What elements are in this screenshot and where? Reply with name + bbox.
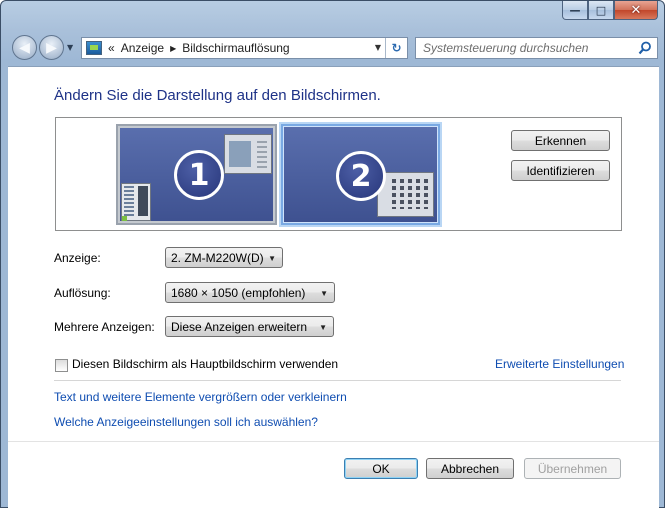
page-title: Ändern Sie die Darstellung auf den Bilds… [54,87,381,104]
breadcrumb-resolution[interactable]: Bildschirmauflösung [182,41,289,55]
separator [54,380,621,381]
back-button[interactable]: ◀ [12,35,37,60]
close-icon: ✕ [630,2,642,18]
chevron-down-icon: ▼ [320,289,328,298]
multiple-displays-label: Mehrere Anzeigen: [54,320,155,334]
breadcrumb-anzeige[interactable]: Anzeige [121,41,164,55]
start-orb-icon [122,216,127,221]
forward-button[interactable]: ▶ [39,35,64,60]
search-icon[interactable] [638,41,652,55]
detect-button[interactable]: Erkennen [511,130,610,151]
multiple-displays-select-value: Diese Anzeigen erweitern [171,319,308,334]
minimize-icon: — [569,3,581,17]
apply-button[interactable]: Übernehmen [524,458,621,479]
address-overflow-chevron[interactable]: « [108,41,115,55]
minimize-button[interactable]: — [562,1,588,20]
monitor-2[interactable]: 2 [281,124,440,225]
forward-arrow-icon: ▶ [46,39,57,56]
chevron-down-icon: ▼ [268,254,276,263]
chevron-down-icon: ▼ [319,323,327,332]
monitor-number-badge: 1 [174,150,224,200]
refresh-icon: ↻ [391,41,402,55]
maximize-icon: □ [595,3,607,17]
caption-buttons: — □ ✕ [562,1,658,20]
close-button[interactable]: ✕ [614,1,658,20]
maximize-button[interactable]: □ [588,1,614,20]
search-placeholder: Systemsteuerung durchsuchen [423,41,589,55]
display-select-value: 2. ZM-M220W(D) [171,250,264,265]
resolution-label: Auflösung: [54,286,111,300]
resolution-select[interactable]: 1680 × 1050 (empfohlen) ▼ [165,282,335,303]
address-dropdown-icon[interactable]: ▼ [375,43,381,52]
display-select[interactable]: 2. ZM-M220W(D) ▼ [165,247,283,268]
monitor-1[interactable]: 1 [116,124,277,225]
advanced-settings-link[interactable]: Erweiterte Einstellungen [495,357,624,371]
control-panel-icon [86,41,102,55]
display-preview: 1 2 Erkennen Identifizieren [55,117,622,231]
breadcrumb-separator-icon[interactable]: ▶ [170,44,176,53]
primary-display-checkbox[interactable] [55,359,68,372]
display-settings-help-link[interactable]: Welche Anzeigeeinstellungen soll ich aus… [54,415,318,429]
recent-pages-dropdown[interactable]: ▼ [67,43,73,52]
ok-button[interactable]: OK [344,458,418,479]
resolution-select-value: 1680 × 1050 (empfohlen) [171,285,306,300]
content-panel: Ändern Sie die Darstellung auf den Bilds… [8,66,659,508]
text-size-link[interactable]: Text und weitere Elemente vergrößern ode… [54,390,347,404]
search-input[interactable]: Systemsteuerung durchsuchen [415,37,658,59]
identify-button[interactable]: Identifizieren [511,160,610,181]
cancel-button[interactable]: Abbrechen [426,458,514,479]
window-thumbnail-icon [224,134,272,174]
address-bar[interactable]: « Anzeige ▶ Bildschirmauflösung ▼ ↻ [81,37,408,59]
footer-separator [8,441,659,442]
back-arrow-icon: ◀ [19,39,30,56]
primary-display-label[interactable]: Diesen Bildschirm als Hauptbildschirm ve… [72,357,338,371]
display-label: Anzeige: [54,251,101,265]
multiple-displays-select[interactable]: Diese Anzeigen erweitern ▼ [165,316,334,337]
refresh-button[interactable]: ↻ [385,38,407,58]
monitor-number-badge: 2 [336,151,386,201]
